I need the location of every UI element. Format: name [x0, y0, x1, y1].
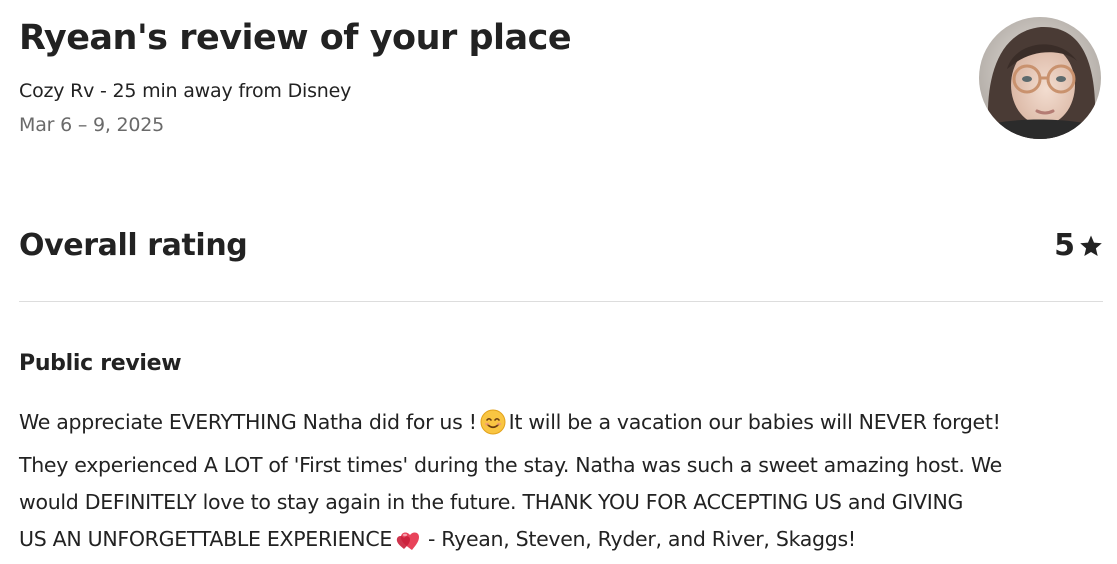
review-line: They experienced A LOT of 'First times' …: [19, 453, 1002, 477]
overall-rating-row: Overall rating 5: [19, 224, 1103, 272]
overall-rating-value: 5: [1054, 224, 1103, 268]
review-line: We appreciate EVERYTHING Natha did for u…: [19, 404, 1107, 447]
review-text-fragment: It will be a vacation our babies will NE…: [508, 410, 1001, 434]
review-page: Ryean's review of your place Cozy Rv - 2…: [0, 0, 1117, 555]
page-title: Ryean's review of your place: [19, 18, 572, 58]
review-text-fragment: - Ryean, Steven, Ryder, and River, Skagg…: [427, 527, 856, 551]
review-line: would DEFINITELY love to stay again in t…: [19, 490, 964, 514]
section-divider: [19, 301, 1103, 302]
review-header: Ryean's review of your place Cozy Rv - 2…: [19, 14, 919, 139]
public-review-heading: Public review: [19, 351, 182, 376]
public-review-text: We appreciate EVERYTHING Natha did for u…: [19, 404, 1107, 564]
overall-rating-label: Overall rating: [19, 228, 248, 263]
star-icon: [1080, 235, 1102, 256]
review-text-fragment: We appreciate EVERYTHING Natha did for u…: [19, 410, 477, 434]
avatar: [979, 17, 1101, 139]
reviewer-photo: [979, 17, 1101, 139]
rating-number: 5: [1054, 228, 1075, 263]
two-hearts-emoji-icon: [395, 527, 425, 564]
listing-name: Cozy Rv - 25 min away from Disney: [19, 80, 352, 102]
smiling-face-emoji-icon: [480, 409, 506, 447]
stay-dates: Mar 6 – 9, 2025: [19, 114, 165, 136]
review-text-fragment: US AN UNFORGETTABLE EXPERIENCE: [19, 527, 392, 551]
review-line: US AN UNFORGETTABLE EXPERIENCE - Ryean, …: [19, 521, 1107, 564]
